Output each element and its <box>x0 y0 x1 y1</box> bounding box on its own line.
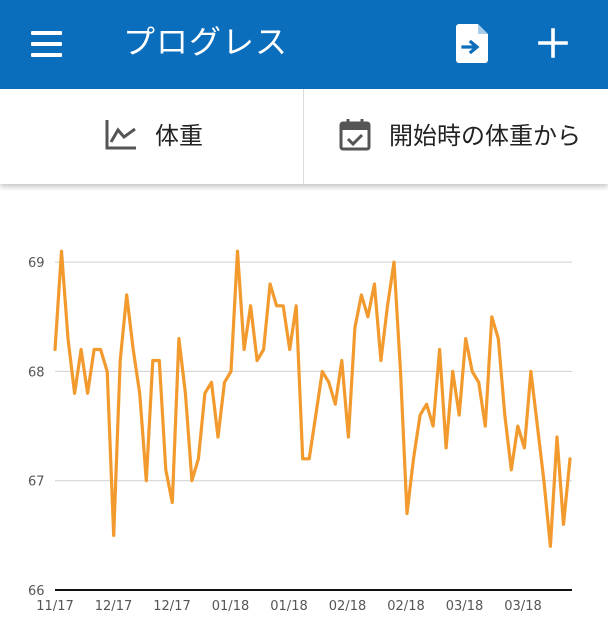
y-tick-label: 66 <box>28 584 45 599</box>
x-tick-label: 01/18 <box>212 599 249 614</box>
file-export-icon <box>452 20 494 66</box>
weight-chart: 69 68 67 6611/17 12/17 12/17 01/18 01/18 02/18 02… <box>0 200 608 640</box>
x-tick-label: 01/18 <box>270 599 307 614</box>
x-tick-label: 03/18 <box>504 599 541 614</box>
page-title: プログレス <box>123 20 288 64</box>
app-bar: プログレス <box>0 0 608 89</box>
tab-weight[interactable]: 体重 <box>0 89 303 184</box>
x-tick-label: 11/17 <box>36 599 73 614</box>
x-tick-label: 12/17 <box>153 599 190 614</box>
menu-button[interactable] <box>24 24 70 64</box>
y-tick-label: 69 <box>28 256 45 271</box>
x-tick-label: 02/18 <box>387 599 424 614</box>
chart-canvas: 69 68 67 6611/17 12/17 12/17 01/18 01/18 02/18 02… <box>0 200 608 640</box>
add-button[interactable] <box>530 20 576 66</box>
menu-icon-bar <box>31 42 62 46</box>
y-tick-label: 68 <box>28 365 45 380</box>
weight-series-line <box>55 251 570 546</box>
tab-weight-label: 体重 <box>155 120 203 152</box>
menu-icon-bar <box>31 53 62 57</box>
export-button[interactable] <box>452 20 494 66</box>
calendar-check-icon <box>338 117 372 151</box>
tab-since-start-label: 開始時の体重から <box>389 120 581 152</box>
plus-icon <box>530 20 576 66</box>
tab-bar: 体重 開始時の体重から <box>0 89 608 184</box>
line-chart-icon <box>104 117 138 151</box>
x-tick-label: 12/17 <box>95 599 132 614</box>
x-tick-label: 03/18 <box>446 599 483 614</box>
menu-icon-bar <box>31 31 62 35</box>
y-tick-label: 67 <box>28 475 45 490</box>
x-tick-label: 02/18 <box>329 599 366 614</box>
tab-since-start[interactable]: 開始時の体重から <box>304 89 608 184</box>
